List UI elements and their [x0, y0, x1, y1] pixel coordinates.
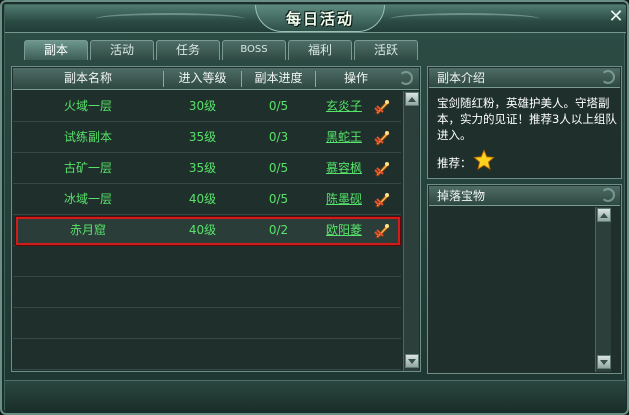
empty-row	[13, 277, 401, 308]
tab-quest[interactable]: 任务	[156, 40, 220, 60]
tab-welfare[interactable]: 福利	[288, 40, 352, 60]
table-row[interactable]: 冰域一层 40级 0/5 陈墨砚	[13, 184, 401, 215]
npc-link[interactable]: 黑蛇王	[316, 122, 372, 152]
header-progress: 副本进度	[254, 71, 303, 85]
dungeon-rows: 火域一层 30级 0/5 玄炎子 试练副本 35级 0/3 黑蛇王 古矿一层 3…	[13, 91, 401, 371]
header-swirl-ornament	[399, 71, 413, 85]
scroll-down-button[interactable]	[597, 355, 611, 369]
drops-scrollbar[interactable]	[595, 207, 611, 372]
bottom-ornament-bar	[5, 380, 626, 412]
dungeon-progress: 0/5	[268, 99, 289, 113]
dungeon-progress: 0/5	[268, 192, 289, 206]
dungeon-intro-panel: 副本介绍 宝剑随红粉，英雄护美人。守塔副本，实力的见证！推荐3人以上组队进入。 …	[427, 66, 622, 179]
header-swirl-ornament	[601, 70, 615, 84]
header-name: 副本名称	[63, 71, 112, 85]
table-row[interactable]: 火域一层 30级 0/5 玄炎子	[13, 91, 401, 122]
tab-boss[interactable]: BOSS	[222, 40, 286, 60]
dungeon-name: 赤月窟	[69, 223, 106, 237]
scroll-down-button[interactable]	[405, 354, 419, 368]
table-row[interactable]: 试练副本 35级 0/3 黑蛇王	[13, 122, 401, 153]
npc-link[interactable]: 陈墨砚	[316, 184, 372, 214]
dungeon-name: 古矿一层	[63, 161, 112, 175]
drops-panel: 掉落宝物	[427, 184, 622, 374]
npc-link[interactable]: 慕容枫	[316, 153, 372, 183]
dungeon-name: 火域一层	[63, 99, 112, 113]
npc-link[interactable]: 玄炎子	[316, 91, 372, 121]
star-icon	[473, 149, 495, 170]
title-plate: 每日活动	[255, 5, 385, 32]
scroll-up-button[interactable]	[597, 208, 611, 222]
dungeon-level: 35级	[188, 130, 217, 144]
dungeon-level: 40级	[188, 192, 217, 206]
sword-go-icon[interactable]	[373, 191, 391, 209]
intro-description: 宝剑随红粉，英雄护美人。守塔副本，实力的见证！推荐3人以上组队进入。	[437, 96, 617, 142]
window-title: 每日活动	[285, 9, 354, 28]
empty-row	[13, 339, 401, 370]
tab-bar: 副本 活动 任务 BOSS 福利 活跃	[24, 40, 418, 60]
dungeon-list-panel: 副本名称 进入等级 副本进度 操作 火域一层 30级 0/5 玄炎子 试练副本 …	[11, 66, 421, 372]
sword-go-icon[interactable]	[373, 160, 391, 178]
recommend-label: 推荐：	[437, 156, 472, 170]
dungeon-progress: 0/2	[268, 223, 289, 237]
arrow-down-icon	[600, 359, 608, 365]
dungeon-level: 35级	[188, 161, 217, 175]
scroll-up-button[interactable]	[405, 92, 419, 106]
sword-go-icon[interactable]	[373, 98, 391, 116]
arrow-up-icon	[408, 96, 416, 102]
dungeon-level: 40级	[188, 223, 217, 237]
empty-row	[13, 308, 401, 339]
table-row-selected[interactable]: 赤月窟 40级 0/2 欧阳菱	[13, 215, 401, 246]
intro-title: 副本介绍	[437, 71, 486, 85]
header-action: 操作	[343, 71, 368, 85]
tab-activity[interactable]: 活动	[90, 40, 154, 60]
arrow-down-icon	[408, 358, 416, 364]
drops-title: 掉落宝物	[437, 189, 486, 203]
header-level: 进入等级	[178, 71, 227, 85]
sword-go-icon[interactable]	[373, 222, 391, 240]
sword-go-icon[interactable]	[373, 129, 391, 147]
intro-header: 副本介绍	[429, 68, 620, 88]
tab-active[interactable]: 活跃	[354, 40, 418, 60]
title-ornament-left	[95, 13, 245, 25]
daily-activity-window: 每日活动 ✕ 副本 活动 任务 BOSS 福利 活跃 副本名称 进入等级 副本进…	[0, 0, 629, 415]
dungeon-name: 冰域一层	[63, 192, 112, 206]
arrow-up-icon	[600, 212, 608, 218]
dungeon-progress: 0/5	[268, 161, 289, 175]
dungeon-name: 试练副本	[63, 130, 112, 144]
title-ornament-right	[390, 13, 540, 25]
empty-row	[13, 246, 401, 277]
header-swirl-ornament	[601, 188, 615, 202]
title-bar: 每日活动 ✕	[5, 5, 626, 33]
npc-link[interactable]: 欧阳菱	[316, 215, 372, 245]
tab-dungeon[interactable]: 副本	[24, 40, 88, 60]
dungeon-level: 30级	[188, 99, 217, 113]
dungeon-progress: 0/3	[268, 130, 289, 144]
close-icon[interactable]: ✕	[605, 7, 627, 27]
table-row[interactable]: 古矿一层 35级 0/5 慕容枫	[13, 153, 401, 184]
table-header: 副本名称 进入等级 副本进度 操作	[13, 68, 419, 90]
drops-header: 掉落宝物	[429, 186, 620, 206]
list-scrollbar[interactable]	[403, 91, 419, 371]
